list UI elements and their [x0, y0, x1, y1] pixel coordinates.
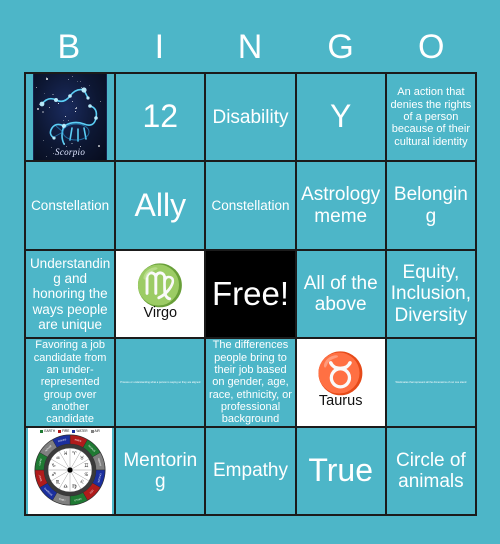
bingo-cell-label: True [308, 451, 373, 488]
bingo-cell-label: Ally [134, 186, 187, 223]
bingo-cell-r5-c2[interactable]: Mentoring [116, 427, 207, 516]
bingo-letter-o: O [417, 28, 446, 66]
bingo-cell-r3-c2[interactable]: ♍ Virgo [116, 250, 207, 340]
bingo-cell-label: 12 [142, 98, 179, 135]
svg-text:♎: ♎ [63, 484, 68, 490]
bingo-letter-g: G [327, 28, 355, 66]
svg-text:♒: ♒ [56, 455, 61, 461]
bingo-cell-r5-c4[interactable]: True [296, 427, 387, 516]
svg-text:♍: ♍ [72, 484, 77, 490]
bingo-cell-r2-c5[interactable]: Belonging [386, 162, 477, 251]
bingo-cell-r4-c5[interactable]: Workmates that represent all the dimensi… [386, 339, 477, 428]
bingo-cell-r3-c1[interactable]: Understanding and honoring the ways peop… [26, 250, 117, 340]
zodiac-wheel-chart: EARTH FIRE WATER AIR ARIES TAURUS GEMINI CANCER… [28, 427, 113, 514]
legend-swatch-icon [58, 429, 62, 433]
bingo-cell-label: An action that denies the rights of a pe… [390, 86, 472, 148]
bingo-cell-r1-c3[interactable]: Disability [206, 74, 297, 163]
bingo-cell-label: Constellation [31, 198, 110, 214]
bingo-cell-r2-c2[interactable]: Ally [116, 162, 207, 251]
bingo-cell-r3-c5[interactable]: Equity, Inclusion, Diversity [386, 250, 477, 340]
bingo-cell-r2-c4[interactable]: Astrology meme [296, 162, 387, 251]
bingo-cell-r1-c4[interactable]: Y [296, 74, 387, 163]
bingo-cell-label: Process or understanding what a person i… [120, 380, 201, 384]
bingo-cell-r3-c3[interactable]: Free! [206, 250, 297, 340]
bingo-letter-b: B [57, 28, 82, 66]
bingo-cell-label: Favoring a job candidate from an under-r… [33, 339, 107, 426]
bingo-cell-r1-c5[interactable]: An action that denies the rights of a pe… [386, 74, 477, 163]
legend-swatch-icon [90, 429, 94, 433]
bingo-cell-label: Y [330, 98, 352, 135]
svg-text:♐: ♐ [51, 472, 55, 478]
bingo-cell-r5-c5[interactable]: Circle of animals [386, 427, 477, 516]
bingo-cell-r2-c1[interactable]: Constellation [26, 162, 117, 251]
zodiac-sign-label: Virgo [143, 304, 178, 321]
bingo-cell-label: Constellation [211, 198, 290, 214]
bingo-cell-r4-c2[interactable]: Process or understanding what a person i… [116, 339, 207, 428]
bingo-letter-n: N [237, 28, 264, 66]
legend-swatch-icon [72, 429, 76, 433]
legend-item-air: AIR [90, 428, 100, 433]
bingo-cell-r5-c3[interactable]: Empathy [206, 427, 297, 516]
legend-label: EARTH [44, 428, 56, 433]
bingo-cell-label: Understanding and honoring the ways peop… [29, 256, 111, 332]
bingo-grid: Scorpio 12 Disability Y An action that denie… [24, 72, 477, 516]
svg-text:♊: ♊ [84, 463, 89, 469]
bingo-cell-label: Empathy [213, 460, 288, 482]
bingo-header: B I N G O [24, 22, 477, 72]
bingo-cell-r4-c4[interactable]: ♉ Taurus [296, 339, 387, 428]
bingo-cell-r1-c2[interactable]: 12 [116, 74, 207, 163]
bingo-cell-label: Belonging [393, 184, 468, 227]
svg-text:♓: ♓ [63, 451, 67, 457]
legend-label: FIRE [62, 428, 70, 433]
bingo-cell-r3-c4[interactable]: All of the above [296, 250, 387, 340]
bingo-cell-label: The differences people bring to their jo… [209, 339, 292, 426]
bingo-cell-label: Circle of animals [396, 449, 466, 492]
zodiac-wheel-graphic: ARIES TAURUS GEMINI CANCER LEO VIRGO LIBRA SCOR… [34, 434, 106, 506]
bingo-letter-i: I [154, 28, 166, 66]
bingo-cell-r4-c1[interactable]: Favoring a job candidate from an under-r… [26, 339, 117, 428]
legend-label: WATER [76, 428, 88, 433]
bingo-cell-label: Workmates that represent all the dimensi… [395, 380, 467, 384]
legend-item-fire: FIRE [58, 428, 70, 433]
svg-text:♉: ♉ [80, 455, 85, 461]
svg-text:♑: ♑ [51, 463, 55, 469]
zodiac-sign-label: Taurus [318, 393, 363, 410]
bingo-cell-label: All of the above [303, 272, 378, 315]
virgo-symbol-icon: ♍ [135, 263, 186, 308]
svg-text:♌: ♌ [80, 480, 84, 486]
svg-text:♏: ♏ [56, 480, 61, 486]
bingo-cell-label: Mentoring [123, 449, 198, 492]
bingo-card: B I N G O Scorpio 12 Disability Y An action … [0, 0, 500, 544]
bingo-cell-r4-c3[interactable]: The differences people bring to their jo… [206, 339, 297, 428]
svg-text:♋: ♋ [84, 472, 88, 478]
bingo-cell-label: Equity, Inclusion, Diversity [390, 262, 472, 326]
legend-item-water: WATER [72, 428, 88, 433]
free-space-label: Free! [211, 274, 289, 312]
bingo-cell-r1-c1[interactable]: Scorpio [26, 74, 117, 163]
scorpio-caption: Scorpio [55, 147, 86, 158]
scorpio-constellation-image: Scorpio [33, 74, 108, 161]
bingo-cell-r2-c3[interactable]: Constellation [206, 162, 297, 251]
legend-label: AIR [94, 428, 100, 433]
bingo-cell-label: Astrology meme [301, 184, 381, 227]
taurus-symbol-icon: ♉ [315, 352, 366, 397]
bingo-cell-r5-c1[interactable]: EARTH FIRE WATER AIR ARIES TAURUS GEMINI CANCER… [26, 427, 117, 516]
legend-swatch-icon [40, 429, 44, 433]
zodiac-wheel-legend: EARTH FIRE WATER AIR [40, 428, 100, 433]
bingo-cell-label: Disability [212, 106, 289, 128]
svg-text:♈: ♈ [72, 451, 77, 457]
legend-item-earth: EARTH [40, 428, 56, 433]
